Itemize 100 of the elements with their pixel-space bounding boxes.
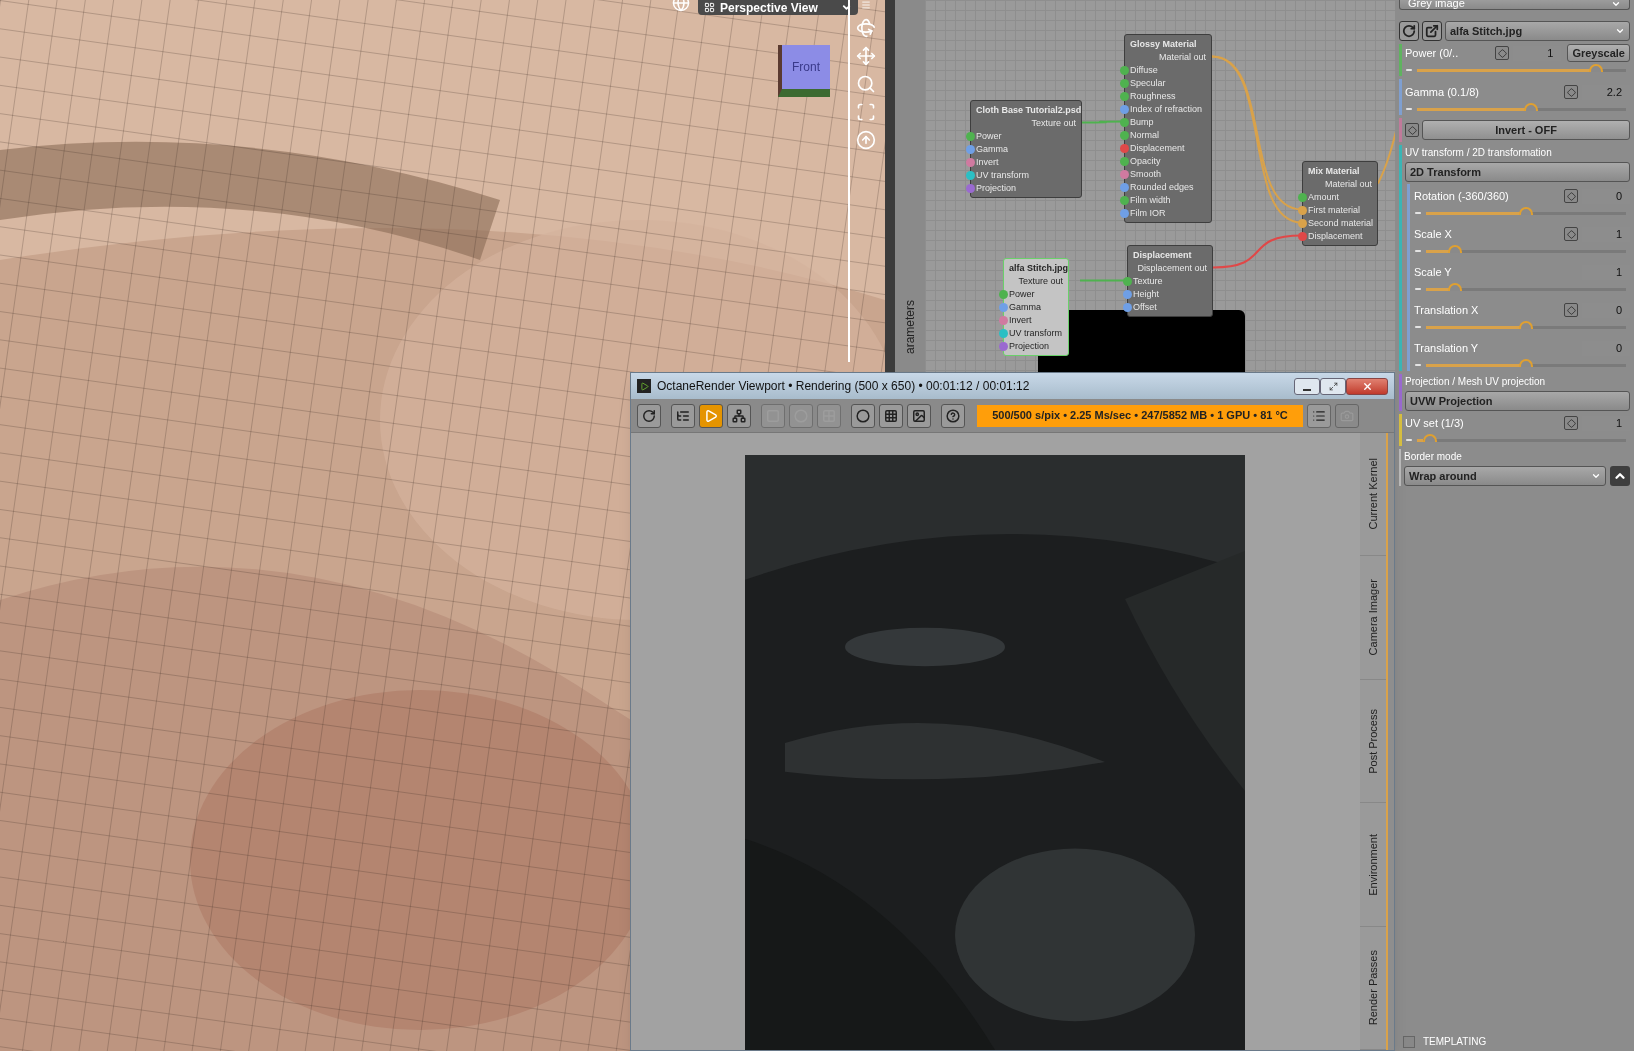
help-button[interactable]	[941, 403, 965, 428]
side-tab[interactable]: Environment	[1360, 803, 1386, 927]
input-port[interactable]	[1298, 232, 1307, 241]
move-up-icon[interactable]	[1610, 466, 1630, 486]
input-port[interactable]	[1298, 193, 1307, 202]
slider-thumb[interactable]	[1448, 282, 1463, 291]
greyscale-button[interactable]: Greyscale	[1567, 44, 1630, 62]
input-port[interactable]	[1298, 219, 1307, 228]
input-port[interactable]	[1120, 144, 1129, 153]
parameter-label: Rotation (-360/360)	[1414, 188, 1510, 204]
side-tab[interactable]: Render Passes	[1360, 926, 1386, 1051]
group-title: UV transform / 2D transformation	[1405, 146, 1553, 160]
slider-thumb[interactable]	[1588, 63, 1603, 72]
maximize-button[interactable]	[1320, 377, 1346, 395]
input-port[interactable]	[999, 329, 1008, 338]
input-port[interactable]	[1120, 92, 1129, 101]
input-port[interactable]	[966, 132, 975, 141]
keyframe-button[interactable]	[1495, 46, 1510, 60]
port-label: Amount	[1308, 192, 1340, 202]
input-port[interactable]	[999, 303, 1008, 312]
minus-icon[interactable]	[1414, 285, 1422, 293]
minus-icon[interactable]	[1414, 209, 1422, 217]
input-port[interactable]	[1123, 290, 1132, 299]
port-label: Invert	[1009, 315, 1032, 325]
slider-thumb[interactable]	[1519, 358, 1533, 367]
slider-thumb[interactable]	[1519, 320, 1533, 329]
input-port[interactable]	[999, 342, 1008, 351]
input-port[interactable]	[966, 158, 975, 167]
input-port[interactable]	[1123, 303, 1132, 312]
list-button[interactable]	[1307, 403, 1331, 428]
input-port[interactable]	[1120, 66, 1129, 75]
grid-button[interactable]	[879, 403, 903, 428]
minus-icon[interactable]	[1405, 105, 1413, 113]
file-dropdown[interactable]: alfa Stitch.jpg	[1445, 21, 1630, 41]
checkbox[interactable]	[1403, 1035, 1415, 1048]
maximize-icon	[1328, 381, 1338, 391]
minimize-button[interactable]	[1294, 377, 1320, 395]
keyframe-button[interactable]	[1405, 123, 1419, 137]
side-tab[interactable]: Current Kernel	[1360, 433, 1386, 557]
diamond-icon	[1497, 48, 1507, 58]
keyframe-button[interactable]	[1564, 416, 1578, 430]
input-port[interactable]	[1120, 105, 1129, 114]
projection-dropdown[interactable]: UVW Projection	[1405, 391, 1630, 411]
input-port[interactable]	[999, 316, 1008, 325]
export-icon[interactable]	[1422, 21, 1442, 41]
input-port[interactable]	[966, 171, 975, 180]
close-button[interactable]	[1346, 377, 1388, 395]
slider-thumb[interactable]	[1519, 206, 1533, 215]
parameters-tab[interactable]: arameters	[901, 300, 919, 355]
node-title: Glossy Material	[1130, 39, 1197, 49]
parameter-label: Gamma (0.1/8)	[1405, 84, 1480, 100]
slider-thumb[interactable]	[1422, 433, 1437, 442]
port-label: Film width	[1130, 195, 1171, 205]
input-port[interactable]	[999, 290, 1008, 299]
reload-icon[interactable]	[1399, 21, 1419, 41]
transform-dropdown[interactable]: 2D Transform	[1405, 162, 1630, 182]
node-title: alfa Stitch.jpg	[1009, 263, 1068, 273]
node-type-dropdown[interactable]: Grey image	[1399, 0, 1630, 10]
input-port[interactable]	[1120, 79, 1129, 88]
input-port[interactable]	[966, 145, 975, 154]
input-port[interactable]	[1120, 131, 1129, 140]
grid-icon	[884, 408, 898, 423]
side-tab[interactable]: Camera Imager	[1360, 556, 1386, 680]
port-label: Invert	[976, 157, 999, 167]
group-title: Border mode	[1404, 450, 1463, 464]
minus-icon[interactable]	[1405, 436, 1413, 444]
parameter-label: Translation Y	[1414, 340, 1480, 356]
side-tab[interactable]: Post Process	[1360, 679, 1386, 804]
port-label: Film IOR	[1130, 208, 1166, 218]
input-port[interactable]	[1123, 277, 1132, 286]
image-button[interactable]	[907, 403, 931, 428]
port-label: Projection	[1009, 341, 1050, 351]
node-title: Displacement	[1133, 250, 1192, 260]
keyframe-button[interactable]	[1564, 227, 1578, 241]
minus-icon[interactable]	[1405, 66, 1413, 74]
input-port[interactable]	[1120, 118, 1129, 127]
border-mode-dropdown[interactable]: Wrap around	[1404, 466, 1606, 486]
input-port[interactable]	[1120, 170, 1129, 179]
port-label: Specular	[1130, 78, 1166, 88]
diamond-icon	[1566, 87, 1576, 97]
input-port[interactable]	[1298, 206, 1307, 215]
input-port[interactable]	[966, 184, 975, 193]
keyframe-button[interactable]	[1564, 85, 1578, 99]
invert-button[interactable]: Invert - OFF	[1422, 120, 1630, 140]
minus-icon[interactable]	[1414, 323, 1422, 331]
slider-thumb[interactable]	[1448, 244, 1463, 253]
input-port[interactable]	[1120, 157, 1129, 166]
section-title: TEMPLATING	[1423, 1035, 1487, 1049]
minus-icon[interactable]	[1414, 247, 1422, 255]
minus-icon[interactable]	[1414, 361, 1422, 369]
input-port[interactable]	[1120, 209, 1129, 218]
diamond-icon	[1566, 418, 1576, 428]
input-port[interactable]	[1120, 196, 1129, 205]
keyframe-button[interactable]	[1564, 303, 1578, 317]
port-label: Index of refraction	[1130, 104, 1203, 114]
port-label: Texture	[1133, 276, 1163, 286]
keyframe-button[interactable]	[1564, 189, 1578, 203]
port-label: Material out	[1324, 179, 1372, 189]
slider-thumb[interactable]	[1524, 102, 1539, 111]
input-port[interactable]	[1120, 183, 1129, 192]
